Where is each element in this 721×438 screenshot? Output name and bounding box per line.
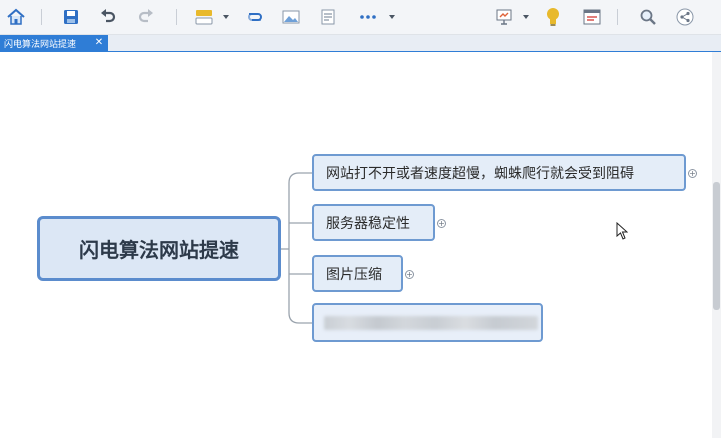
subtopic-node[interactable]: 图片压缩 [312,255,403,292]
image-button[interactable] [279,5,303,29]
home-icon [7,8,25,25]
dropdown-arrow-icon [223,15,229,19]
subtopic-node[interactable]: 网站打不开或者速度超慢，蜘蛛爬行就会受到阻碍 [312,154,686,191]
subtopic-label: 网站打不开或者速度超慢，蜘蛛爬行就会受到阻碍 [326,165,634,182]
search-button[interactable] [636,5,660,29]
theme-dropdown[interactable] [220,5,232,29]
search-icon [640,9,656,25]
dropdown-arrow-icon [523,15,529,19]
tab-document[interactable]: 闪电算法网站提速 ✕ [0,35,108,51]
toolbar-separator [617,9,618,25]
save-icon [64,10,78,24]
presentation-icon [496,9,512,25]
toolbar-separator [176,9,177,25]
subtopic-node[interactable]: 服务器稳定性 [312,204,435,241]
subtopic-node-blurred[interactable] [312,303,543,342]
idea-button[interactable] [541,5,565,29]
central-topic[interactable]: 闪电算法网站提速 [37,216,281,281]
save-button[interactable] [58,5,84,29]
lightbulb-icon [547,8,559,26]
blurred-text [324,315,538,330]
more-dropdown[interactable] [386,5,398,29]
share-icon [676,8,694,26]
tab-label: 闪电算法网站提速 [4,39,77,50]
presentation-button[interactable] [492,5,516,29]
toolbar [0,0,721,35]
scrollbar-thumb[interactable] [713,182,720,310]
outline-button[interactable] [580,5,604,29]
link-button[interactable] [243,5,267,29]
expand-icon[interactable]: + [405,270,414,279]
home-button[interactable] [4,5,28,29]
note-icon [321,9,335,25]
tab-strip: 闪电算法网站提速 ✕ [0,35,721,52]
redo-button[interactable] [134,5,158,29]
theme-icon [195,10,213,25]
outline-icon [583,9,601,25]
toolbar-separator [41,9,42,25]
close-icon[interactable]: ✕ [93,37,105,49]
note-button[interactable] [316,5,340,29]
more-icon [360,15,376,19]
mouse-cursor-icon [616,222,628,240]
image-icon [282,10,300,24]
subtopic-label: 服务器稳定性 [326,215,410,232]
presentation-dropdown[interactable] [520,5,532,29]
subtopic-label: 图片压缩 [326,266,382,283]
more-button[interactable] [356,5,380,29]
dropdown-arrow-icon [389,15,395,19]
mindmap-canvas[interactable]: 闪电算法网站提速 网站打不开或者速度超慢，蜘蛛爬行就会受到阻碍 + 服务器稳定性… [0,52,721,438]
vertical-scrollbar[interactable] [712,52,721,438]
link-icon [248,13,262,21]
theme-button[interactable] [192,5,216,29]
redo-icon [138,9,153,23]
undo-button[interactable] [96,5,120,29]
expand-icon[interactable]: + [688,169,697,178]
expand-icon[interactable]: + [437,219,446,228]
share-button[interactable] [673,5,697,29]
undo-icon [101,9,116,23]
